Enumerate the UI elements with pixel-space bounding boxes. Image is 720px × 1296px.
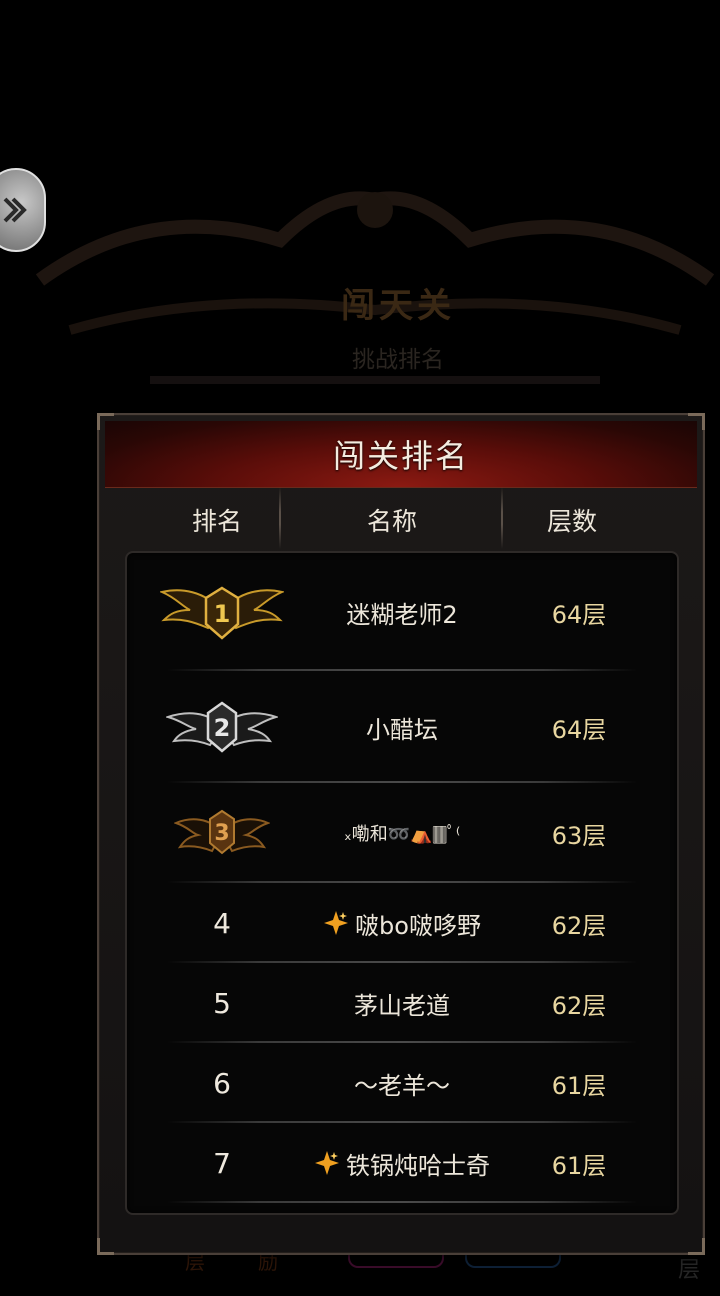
rank-badge-silver: 2 xyxy=(147,671,297,783)
background-bottom-text: 层 xyxy=(677,1258,700,1283)
column-divider xyxy=(501,487,503,549)
rank-number: 5 xyxy=(213,986,231,1020)
list-item[interactable]: 3 ₓ嘞和➿⛺🀫ﾟ⁽ 63层 xyxy=(127,783,677,883)
rank-number: 4 xyxy=(213,906,231,940)
player-name: 啵bo啵哆野 xyxy=(355,911,481,940)
list-item[interactable]: 6 ～老羊～ 61层 xyxy=(127,1043,677,1123)
ranking-list[interactable]: 1 迷糊老师2 64层 2 小醋坛 64层 3 ₓ嘞和➿⛺🀫ﾟ⁽ 63层 4 啵… xyxy=(125,551,679,1215)
sparkle-icon xyxy=(323,910,349,936)
ranking-panel: 闯关排名 排名 名称 层数 1 迷糊老师2 64层 2 小醋坛 64层 3 ₓ嘞… xyxy=(97,413,705,1255)
player-name: ₓ嘞和➿⛺🀫ﾟ⁽ xyxy=(343,824,461,845)
column-headers: 排名 名称 层数 xyxy=(99,493,703,547)
player-name: 小醋坛 xyxy=(366,715,438,744)
corner-ornament xyxy=(97,1238,114,1255)
sparkle-icon xyxy=(314,1150,340,1176)
svg-text:3: 3 xyxy=(214,821,229,846)
column-header-rank: 排名 xyxy=(191,507,242,536)
player-name-cell: 铁锅炖哈士奇 xyxy=(287,1123,517,1203)
column-divider xyxy=(279,487,281,549)
svg-text:2: 2 xyxy=(214,714,231,742)
player-name: 铁锅炖哈士奇 xyxy=(346,1151,490,1180)
floor-value: 62层 xyxy=(551,911,607,940)
panel-header: 闯关排名 xyxy=(105,421,697,488)
floor-value: 64层 xyxy=(551,600,607,629)
player-name: 迷糊老师2 xyxy=(346,600,458,629)
rank-number: 7 xyxy=(213,1146,231,1180)
column-header-floor: 层数 xyxy=(546,507,597,536)
side-toggle-button[interactable] xyxy=(0,168,46,252)
silver-wings-badge-icon: 2 xyxy=(166,701,278,753)
list-item[interactable]: 4 啵bo啵哆野 62层 xyxy=(127,883,677,963)
list-item[interactable]: 2 小醋坛 64层 xyxy=(127,671,677,783)
floor-value: 63层 xyxy=(551,821,607,850)
player-name: 茅山老道 xyxy=(354,991,450,1020)
floor-value: 64层 xyxy=(551,715,607,744)
list-item[interactable]: 5 茅山老道 62层 xyxy=(127,963,677,1043)
background-title: 闯天关 xyxy=(341,285,455,326)
player-name-cell: 啵bo啵哆野 xyxy=(287,883,517,963)
background-subtitle: 挑战排名 xyxy=(352,347,444,373)
rank-number: 6 xyxy=(213,1066,231,1100)
double-chevron-right-icon xyxy=(3,197,27,223)
bronze-wings-badge-icon: 3 xyxy=(174,809,270,855)
row-divider xyxy=(167,1201,637,1203)
column-header-name: 名称 xyxy=(366,507,417,536)
rank-badge-bronze: 3 xyxy=(147,783,297,883)
floor-value: 61层 xyxy=(551,1151,607,1180)
gold-wings-badge-icon: 1 xyxy=(160,586,284,640)
list-item[interactable]: 1 迷糊老师2 64层 xyxy=(127,553,677,671)
player-name: ～老羊～ xyxy=(354,1071,450,1100)
corner-ornament xyxy=(688,1238,705,1255)
rank-badge-gold: 1 xyxy=(147,553,297,671)
svg-text:1: 1 xyxy=(214,600,231,628)
list-item[interactable]: 7 铁锅炖哈士奇 61层 xyxy=(127,1123,677,1203)
floor-value: 62层 xyxy=(551,991,607,1020)
floor-value: 61层 xyxy=(551,1071,607,1100)
panel-title: 闯关排名 xyxy=(332,437,469,475)
